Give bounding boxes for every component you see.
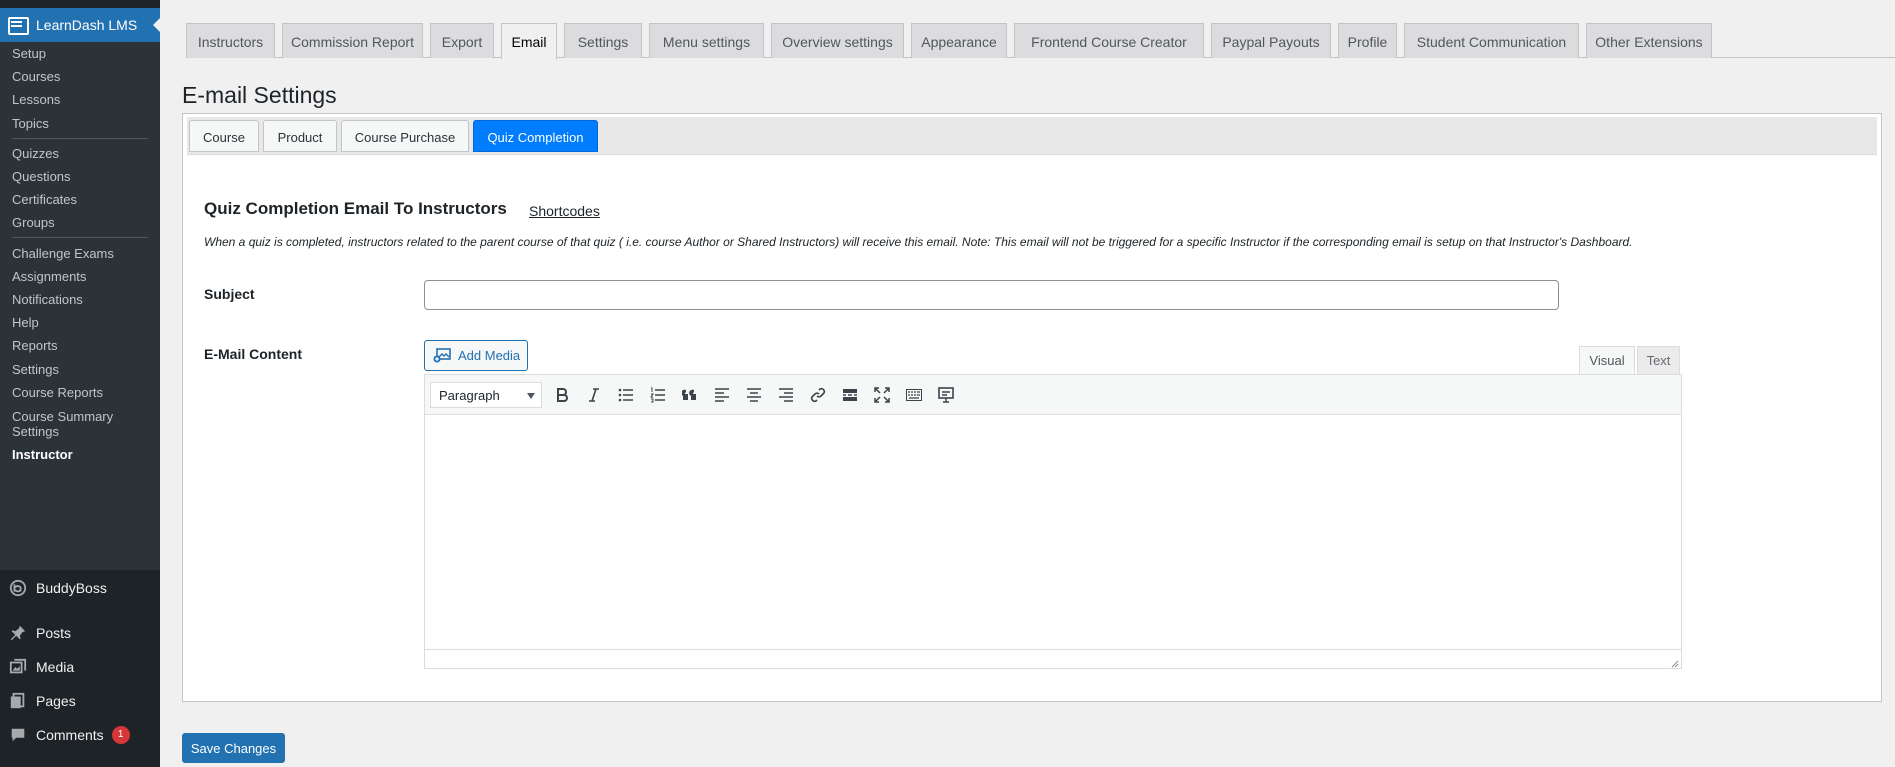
comment-icon	[8, 725, 28, 745]
bullet-list-icon[interactable]	[614, 384, 638, 406]
shortcodes-link[interactable]: Shortcodes	[529, 203, 600, 219]
submenu-item-courses[interactable]: Courses	[12, 69, 60, 84]
tab-email[interactable]: Email	[501, 23, 557, 59]
pushpin-icon	[8, 623, 28, 643]
format-select[interactable]: Paragraph	[430, 382, 542, 408]
submenu-separator	[12, 138, 148, 139]
subject-input[interactable]	[424, 280, 1559, 310]
tab-settings[interactable]: Settings	[564, 23, 642, 58]
sidebar-item-pages[interactable]: Pages	[0, 684, 160, 718]
link-icon[interactable]	[806, 384, 830, 406]
tab-other-extensions[interactable]: Other Extensions	[1586, 23, 1712, 58]
sidebar-item-label: LearnDash LMS	[36, 17, 138, 33]
sidebar-item-learndash[interactable]: LearnDash LMS	[0, 8, 161, 42]
subtab-course[interactable]: Course	[189, 120, 259, 152]
editor-toolbar: Paragraph	[425, 375, 1681, 415]
editor-content-area[interactable]	[425, 416, 1681, 649]
submenu-item-certificates[interactable]: Certificates	[12, 192, 77, 207]
read-more-icon[interactable]	[838, 384, 862, 406]
resize-handle-icon[interactable]	[1669, 656, 1679, 668]
fullscreen-icon[interactable]	[870, 384, 894, 406]
media-icon	[8, 657, 28, 677]
subtab-quiz-completion[interactable]: Quiz Completion	[473, 120, 598, 152]
submenu-item-setup[interactable]: Setup	[12, 46, 46, 61]
editor-statusbar	[425, 649, 1681, 668]
admin-sidebar: LearnDash LMS Setup Courses Lessons Topi…	[0, 0, 161, 767]
submenu-item-groups[interactable]: Groups	[12, 215, 55, 230]
tab-menu-settings[interactable]: Menu settings	[649, 23, 764, 58]
settings-nav-tabs: Instructors Commission Report Export Ema…	[186, 23, 1895, 59]
numbered-list-icon[interactable]	[646, 384, 670, 406]
bold-icon[interactable]	[550, 384, 574, 406]
tab-frontend-course-creator[interactable]: Frontend Course Creator	[1014, 23, 1204, 58]
email-settings-panel: Course Product Course Purchase Quiz Comp…	[182, 113, 1882, 702]
sidebar-item-label: Media	[36, 659, 75, 675]
align-right-icon[interactable]	[774, 384, 798, 406]
add-media-icon	[433, 347, 451, 364]
buddyboss-icon	[8, 578, 28, 598]
submenu-item-help[interactable]: Help	[12, 315, 39, 330]
submenu-item-assignments[interactable]: Assignments	[12, 269, 86, 284]
comments-count-badge: 1	[111, 726, 130, 744]
tab-commission-report[interactable]: Commission Report	[282, 23, 423, 58]
learndash-submenu: Setup Courses Lessons Topics Quizzes Que…	[0, 42, 160, 570]
sidebar-item-label: Posts	[36, 625, 72, 641]
tab-instructors[interactable]: Instructors	[186, 23, 275, 58]
align-left-icon[interactable]	[710, 384, 734, 406]
subject-label: Subject	[204, 286, 255, 302]
section-description: When a quiz is completed, instructors re…	[204, 235, 1633, 249]
section-heading: Quiz Completion Email To Instructors	[204, 199, 507, 218]
chevron-down-icon	[527, 393, 535, 399]
sidebar-item-buddyboss[interactable]: BuddyBoss	[0, 571, 160, 605]
email-content-label: E-Mail Content	[204, 346, 302, 362]
email-subtabs: Course Product Course Purchase Quiz Comp…	[187, 117, 1877, 155]
submenu-item-course-summary-line1[interactable]: Course Summary	[12, 409, 113, 424]
submenu-item-topics[interactable]: Topics	[12, 116, 49, 131]
submenu-item-reports[interactable]: Reports	[12, 338, 58, 353]
submenu-item-questions[interactable]: Questions	[12, 169, 71, 184]
subtab-course-purchase[interactable]: Course Purchase	[341, 120, 469, 152]
learndash-icon	[8, 17, 29, 35]
pages-icon	[8, 691, 28, 711]
tab-student-communication[interactable]: Student Communication	[1404, 23, 1579, 58]
tab-appearance[interactable]: Appearance	[911, 23, 1007, 58]
submenu-item-settings[interactable]: Settings	[12, 362, 59, 377]
editor-tab-text[interactable]: Text	[1637, 346, 1680, 374]
monitor-icon[interactable]	[934, 384, 958, 406]
align-center-icon[interactable]	[742, 384, 766, 406]
submenu-item-lessons[interactable]: Lessons	[12, 92, 60, 107]
editor-tab-visual[interactable]: Visual	[1579, 346, 1635, 374]
sidebar-item-posts[interactable]: Posts	[0, 616, 160, 650]
sidebar-item-label: Comments	[36, 727, 104, 743]
tab-overview-settings[interactable]: Overview settings	[771, 23, 904, 58]
submenu-item-course-summary-line2[interactable]: Settings	[12, 424, 59, 439]
submenu-item-instructor[interactable]: Instructor	[12, 447, 73, 462]
sidebar-item-media[interactable]: Media	[0, 650, 160, 684]
save-changes-button[interactable]: Save Changes	[182, 733, 285, 763]
page-title: E-mail Settings	[182, 82, 337, 108]
submenu-item-notifications[interactable]: Notifications	[12, 292, 83, 307]
tab-profile[interactable]: Profile	[1338, 23, 1397, 58]
blockquote-icon[interactable]	[678, 384, 702, 406]
sidebar-item-label: BuddyBoss	[36, 580, 107, 596]
main-content: Instructors Commission Report Export Ema…	[160, 0, 1895, 767]
email-content-editor: Paragraph	[424, 374, 1682, 669]
toolbar-toggle-icon[interactable]	[902, 384, 926, 406]
tab-export[interactable]: Export	[430, 23, 494, 58]
submenu-item-quizzes[interactable]: Quizzes	[12, 146, 59, 161]
submenu-item-course-reports[interactable]: Course Reports	[12, 385, 103, 400]
tab-paypal-payouts[interactable]: Paypal Payouts	[1211, 23, 1331, 58]
add-media-label: Add Media	[458, 348, 521, 363]
italic-icon[interactable]	[582, 384, 606, 406]
submenu-item-challenge-exams[interactable]: Challenge Exams	[12, 246, 114, 261]
sidebar-item-comments[interactable]: Comments 1	[0, 718, 160, 752]
add-media-button[interactable]: Add Media	[424, 340, 528, 371]
submenu-separator	[12, 237, 148, 238]
format-select-value: Paragraph	[439, 388, 500, 403]
subtab-product[interactable]: Product	[263, 120, 337, 152]
sidebar-item-label: Pages	[36, 693, 76, 709]
